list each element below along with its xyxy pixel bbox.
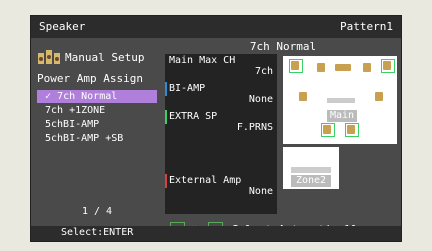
row-key: External Amp <box>169 175 242 186</box>
row-key: BI-AMP <box>169 83 206 94</box>
speaker-icon <box>317 63 325 72</box>
option-5ch-biamp[interactable]: 5chBI-AMP <box>37 118 157 131</box>
speaker-icon <box>291 61 299 70</box>
speaker-icon <box>383 61 391 70</box>
row-extra-sp: EXTRA SP F.PRNS <box>165 110 277 135</box>
zone2-diagram: Zone2 <box>283 147 339 189</box>
bottom-bar: Select:ENTER <box>31 226 401 241</box>
row-key: Main Max CH <box>169 55 236 66</box>
manual-setup-label: Manual Setup <box>65 51 145 64</box>
speaker-setup-screen: Speaker Pattern1 Manual Setup Power Amp … <box>30 15 402 242</box>
row-value: None <box>248 94 273 105</box>
option-label: 5chBI-AMP <box>45 119 100 130</box>
mode-title: 7ch Normal <box>249 40 317 53</box>
main-label: Main <box>327 110 357 122</box>
option-7ch-1zone[interactable]: 7ch +1ZONE <box>37 104 157 117</box>
checkmark-icon: ✓ <box>45 91 52 102</box>
row-value: None <box>248 186 273 197</box>
option-5ch-biamp-sb[interactable]: 5chBI-AMP +SB <box>37 132 157 145</box>
speaker-icon <box>335 64 351 71</box>
row-bi-amp: BI-AMP None <box>165 82 277 107</box>
zone2-label: Zone2 <box>291 175 331 187</box>
assignment-table: Main Max CH 7ch BI-AMP None EXTRA SP F.P… <box>165 54 277 214</box>
pager: 1 / 4 <box>81 206 113 217</box>
option-label: 7ch Normal <box>57 91 118 102</box>
enter-hint: Select:ENTER <box>61 227 134 238</box>
row-main-max-ch: Main Max CH 7ch <box>165 54 277 79</box>
speaker-icon <box>347 125 355 134</box>
speaker-setup-icon <box>38 50 60 64</box>
listening-position <box>327 98 355 103</box>
color-bar <box>165 110 167 124</box>
speaker-layout-diagram: Main <box>283 56 397 144</box>
option-label: 7ch +1ZONE <box>45 105 106 116</box>
row-value: 7ch <box>254 66 273 77</box>
row-external-amp: External Amp None <box>165 174 277 199</box>
option-label: 5chBI-AMP +SB <box>45 133 124 144</box>
color-bar <box>165 174 167 188</box>
middle-panel: 7ch Normal Main Max CH 7ch BI-AMP None E… <box>165 38 401 237</box>
speaker-icon <box>363 63 371 72</box>
zone2-position <box>291 167 331 173</box>
option-7ch-normal[interactable]: ✓ 7ch Normal <box>37 90 157 103</box>
row-key: EXTRA SP <box>169 111 218 122</box>
speaker-icon <box>299 92 307 101</box>
top-bar: Speaker Pattern1 <box>31 16 401 38</box>
speaker-icon <box>323 125 331 134</box>
color-bar <box>165 82 167 96</box>
speaker-icon <box>375 92 383 101</box>
pattern-label: Pattern1 <box>340 20 393 33</box>
power-amp-assign-label: Power Amp Assign <box>37 72 143 85</box>
screen-title: Speaker <box>39 20 86 33</box>
row-value: F.PRNS <box>236 122 273 133</box>
left-panel: Manual Setup Power Amp Assign ✓ 7ch Norm… <box>31 38 163 226</box>
